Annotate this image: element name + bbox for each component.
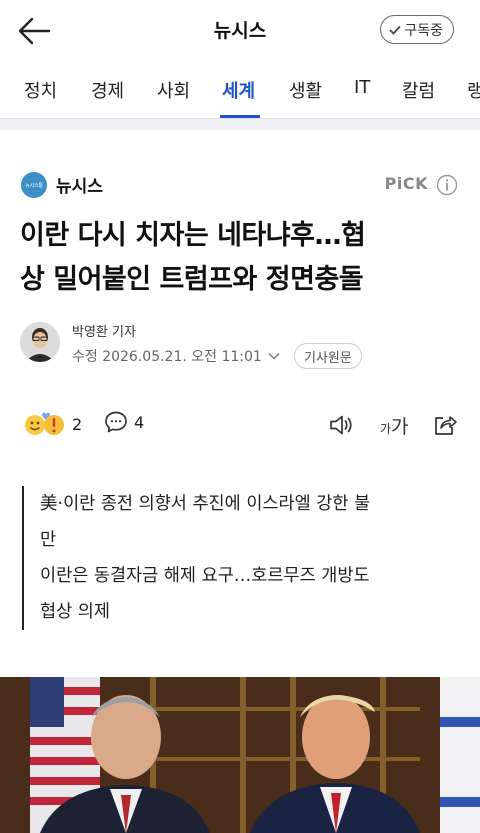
tab-it[interactable]: IT [354,77,370,98]
publisher-name[interactable]: 뉴시스 [56,172,103,197]
tab-society[interactable]: 사회 [157,77,190,103]
reaction-count: 2 [72,414,83,434]
summary-line: 협상 의제 [40,602,110,622]
tab-life[interactable]: 생활 [289,77,322,103]
tab-world[interactable]: 세계 [222,77,255,103]
emoji-reaction-icon [25,412,64,435]
article-photo[interactable] [0,677,480,833]
pick-badge: PiCK [384,174,428,193]
section-divider [0,118,480,130]
subscribe-label: 구독중 [404,22,443,39]
tab-politics[interactable]: 정치 [24,77,57,103]
category-tabs: 정치 경제 사회 세계 생활 IT 칼럼 랭 [0,60,480,118]
original-article-button[interactable]: 기사원문 [294,343,362,369]
share-button[interactable] [432,412,458,442]
font-size-small-label: 가 [380,422,392,436]
headline-line: 상 밀어붙인 트럼프와 정면충돌 [20,264,364,295]
tab-ranking[interactable]: 랭 [467,77,480,103]
subscribe-button[interactable]: 구독중 [380,15,454,44]
share-icon [435,416,457,435]
tts-button[interactable] [328,412,354,442]
top-bar: 뉴시스 구독중 [0,0,480,60]
chevron-down-icon [268,352,280,360]
headline-line: 이란 다시 치자는 네타냐후…협 [20,220,366,251]
summary-line: 만 [40,530,57,550]
date-text: 수정 2026.05.21. 오전 11:01 [72,349,262,365]
article-summary: 美·이란 종전 의향서 추진에 이스라엘 강한 불 만 이란은 동결자금 해제 … [22,486,462,630]
comment-icon [105,411,127,433]
tab-economy[interactable]: 경제 [91,77,124,103]
article-headline: 이란 다시 치자는 네타냐후…협 상 밀어붙인 트럼프와 정면충돌 [20,214,460,302]
check-icon [389,25,402,35]
article-date[interactable]: 수정 2026.05.21. 오전 11:01 [72,346,280,366]
summary-line: 美·이란 종전 의향서 추진에 이스라엘 강한 불 [40,494,371,514]
summary-line: 이란은 동결자금 해제 요구…호르무즈 개방도 [40,566,370,586]
publisher-logo[interactable]: 뉴시스통 [21,172,47,198]
info-icon[interactable] [436,174,458,196]
reaction-button[interactable]: 2 [22,410,82,438]
comment-button[interactable]: 4 [104,410,144,434]
tts-speaker-icon [330,415,352,435]
tab-column[interactable]: 칼럼 [402,77,435,103]
font-size-button[interactable]: 가가 [380,412,409,439]
reporter-name[interactable]: 박영환 기자 [72,321,136,340]
comment-count: 4 [134,412,145,432]
reporter-avatar[interactable] [20,322,60,362]
font-size-large-label: 가 [391,416,409,438]
